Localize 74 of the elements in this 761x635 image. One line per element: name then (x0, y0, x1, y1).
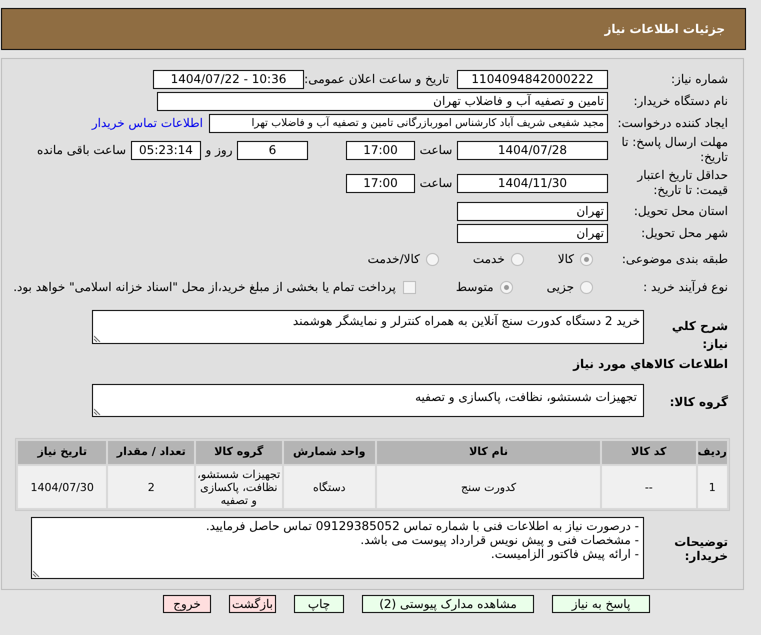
action-button[interactable]: مشاهده مدارک پیوستی (2) (362, 595, 534, 613)
column-header: واحد شمارش (284, 441, 375, 464)
action-button[interactable]: بازگشت (229, 595, 276, 613)
field-label: ایجاد کننده درخواست: (616, 116, 728, 130)
field-label: مهلت ارسال پاسخ: تا تاریخ: (620, 135, 728, 165)
input-field[interactable]: مجید شفیعی شریف آباد کارشناس اموربازرگانی تامین و تصفیه آب و فاضلاب تهرا (209, 114, 608, 132)
radio-label: خدمت (472, 251, 505, 268)
contact-link[interactable]: اطلاعات تماس خریدار (92, 114, 203, 132)
table-cell: کدورت سنج (376, 466, 600, 508)
resize-grip-icon[interactable] (94, 335, 101, 342)
input-field[interactable]: 17:00 (346, 140, 415, 160)
input-field[interactable]: تامین و تصفیه آب و فاضلاب تهران (157, 92, 608, 110)
field-label: گروه کالا: (668, 394, 728, 411)
field-label: نوع فرآیند خرید : (642, 280, 728, 294)
field-label: نام دستگاه خریدار: (632, 94, 728, 108)
checkbox-label: پرداخت تمام یا بخشی از مبلغ خرید،از محل "اسناد خزانه اسلامی" خواهد بود. (13, 279, 397, 296)
text-area-value: خرید 2 دستگاه کدورت سنج آنلاین به همراه کنترلر و نمایشگر هوشمند (292, 314, 640, 328)
radio-button[interactable] (510, 252, 524, 266)
radio-label: کالا/خدمت (368, 251, 420, 268)
input-field[interactable]: 1104094842000222 (457, 70, 608, 88)
table-cell: 1 (698, 466, 727, 508)
input-field[interactable]: 17:00 (346, 174, 415, 192)
resize-grip-icon[interactable] (94, 408, 101, 415)
input-field[interactable]: 1404/11/30 (457, 174, 608, 192)
time-label: ساعت (418, 142, 454, 159)
text-area[interactable]: تجهیزات شستشو، نظافت، پاکسازی و تصفیه (92, 384, 644, 417)
radio-label: متوسط (456, 279, 494, 296)
field-label: شماره نیاز: (670, 72, 728, 86)
text-area[interactable]: خرید 2 دستگاه کدورت سنج آنلاین به همراه کنترلر و نمایشگر هوشمند (92, 310, 644, 344)
radio-button[interactable] (500, 280, 513, 294)
radio-button[interactable] (580, 252, 593, 266)
field-label: طبقه بندی موضوعی: (620, 252, 728, 266)
note-line: - ارائه پیش فاکتور الزامیست. (490, 547, 639, 561)
column-header: تاریخ نیاز (18, 441, 106, 464)
radio-button[interactable] (580, 280, 593, 294)
remaining-label: ساعت باقی مانده (36, 142, 127, 159)
field-label: استان محل تحویل: (632, 204, 728, 218)
table-cell: 2 (108, 466, 194, 508)
resize-grip-icon[interactable] (33, 570, 40, 577)
radio-label: کالا (558, 251, 574, 268)
field-label: شرح کلي نياز: (670, 318, 728, 353)
field-label: حداقل تاریخ اعتبار قیمت: تا تاریخ: (636, 168, 728, 198)
action-button[interactable]: خروج (163, 595, 211, 613)
action-button[interactable]: چاپ (294, 595, 344, 613)
table-cell: -- (602, 466, 696, 508)
section-heading: اطلاعات کالاهاي مورد نياز (572, 356, 728, 373)
column-header: کد کالا (602, 441, 696, 464)
page-title: جزئیات اطلاعات نیاز (604, 21, 725, 38)
table-cell: تجهیزات شستشو، نظافت، پاکسازی و تصفیه (196, 466, 282, 508)
field-label: شهر محل تحویل: (640, 226, 728, 240)
text-area[interactable]: - درصورت نیاز به اطلاعات فنی با شماره تماس 09129385052 تماس حاصل فرمایید. - مشخصات فنی و پیش نویس قرارداد پیوست می باشد. - ارائه پیش فاکتور الزامیست. (31, 517, 644, 579)
field-label: تاریخ و ساعت اعلان عمومی: (304, 72, 449, 86)
table-cell: 1404/07/30 (18, 466, 106, 508)
radio-button[interactable] (426, 252, 439, 266)
note-line: - مشخصات فنی و پیش نویس قرارداد پیوست می باشد. (359, 533, 639, 547)
table-cell: دستگاه (284, 466, 375, 508)
column-header: نام کالا (376, 441, 600, 464)
column-header: تعداد / مقدار (108, 441, 194, 464)
time-label: ساعت (418, 175, 454, 192)
action-button[interactable]: پاسخ به نیاز (552, 595, 650, 613)
input-field[interactable]: تهران (457, 202, 608, 220)
input-field[interactable]: 1404/07/22 - 10:36 (153, 70, 304, 88)
input-field[interactable]: 6 (237, 140, 308, 160)
text-area-value: تجهیزات شستشو، نظافت، پاکسازی و تصفیه (415, 390, 637, 404)
field-label: توضیحات خریدار: (673, 534, 728, 563)
note-line: - درصورت نیاز به اطلاعات فنی با شماره تماس 09129385052 تماس حاصل فرمایید. (204, 519, 639, 533)
input-field[interactable]: تهران (457, 224, 608, 242)
column-header: گروه کالا (196, 441, 282, 464)
input-field[interactable]: 05:23:14 (131, 140, 201, 160)
radio-label: جزیی (546, 279, 574, 296)
days-label: روز و (204, 142, 234, 159)
checkbox[interactable] (402, 280, 416, 294)
column-header: ردیف (698, 441, 727, 464)
input-field[interactable]: 1404/07/28 (457, 140, 608, 160)
